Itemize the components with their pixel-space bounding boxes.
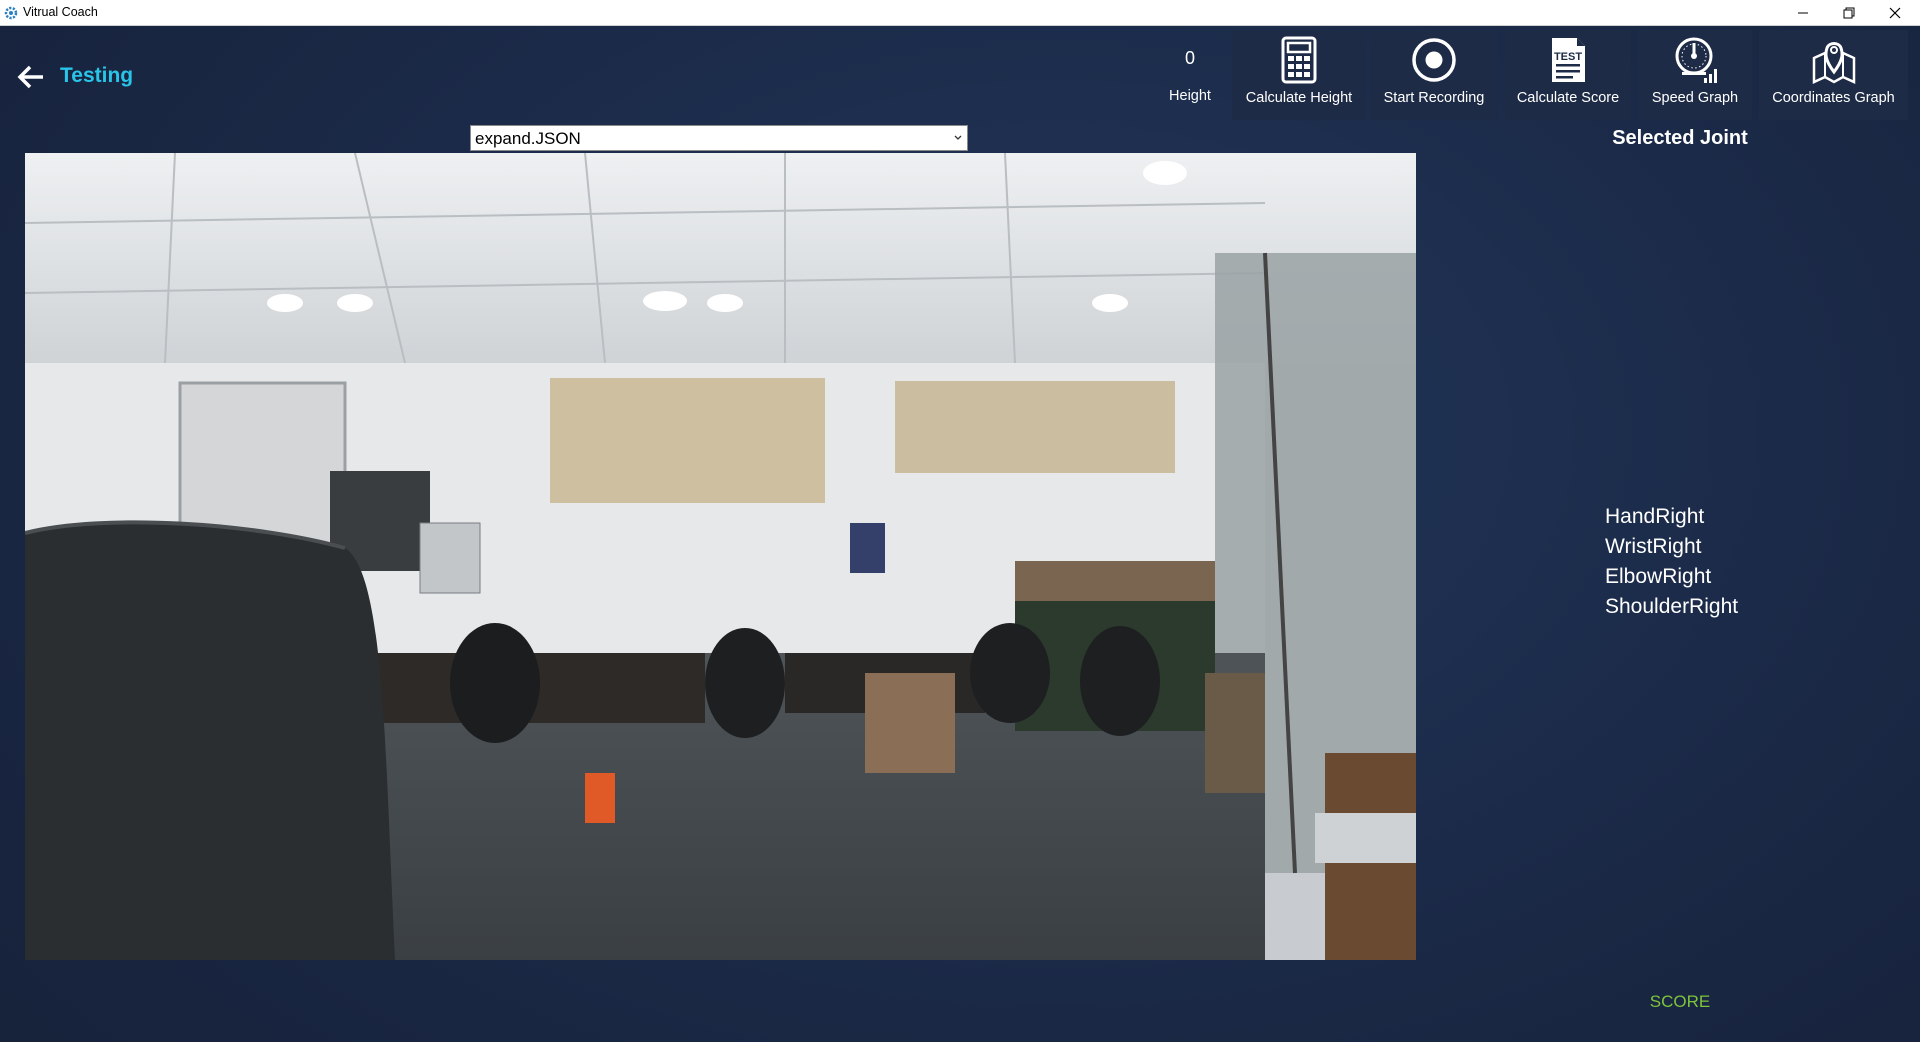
restore-icon — [1843, 7, 1855, 18]
test-icon-text: TEST — [1553, 51, 1583, 63]
calculate-score-label: Calculate Score — [1516, 90, 1620, 106]
window-title: Vitrual Coach — [23, 5, 98, 19]
window-titlebar: Vitrual Coach — [0, 0, 1920, 26]
back-arrow-icon[interactable] — [16, 62, 46, 92]
joint-item[interactable]: HandRight — [1605, 502, 1738, 532]
close-icon — [1889, 7, 1901, 18]
calculate-score-button[interactable]: TEST Calculate Score — [1505, 30, 1631, 120]
restore-button[interactable] — [1826, 0, 1872, 25]
selected-joint-title: Selected Joint — [1612, 127, 1748, 149]
close-button[interactable] — [1872, 0, 1918, 25]
joint-item[interactable]: WristRight — [1605, 532, 1738, 562]
start-recording-label: Start Recording — [1383, 90, 1485, 106]
joint-item[interactable]: ElbowRight — [1605, 562, 1738, 592]
file-select-value: expand.JSON — [475, 129, 581, 148]
height-label: Height — [1169, 88, 1211, 104]
minimize-icon — [1798, 12, 1808, 13]
calculate-height-button[interactable]: Calculate Height — [1232, 30, 1366, 120]
record-icon — [1412, 38, 1456, 82]
camera-feed — [25, 153, 1416, 960]
coordinates-graph-label: Coordinates Graph — [1772, 90, 1895, 106]
coordinates-graph-button[interactable]: Coordinates Graph — [1759, 30, 1908, 120]
calculator-icon — [1281, 36, 1317, 84]
main-area: Testing 0 Height Calculate Height Start … — [0, 26, 1920, 1042]
calculate-height-label: Calculate Height — [1245, 90, 1353, 106]
map-pin-icon — [1812, 42, 1855, 84]
joint-list: HandRight WristRight ElbowRight Shoulder… — [1605, 502, 1738, 622]
app-gear-icon — [4, 6, 18, 20]
score-label: SCORE — [1649, 992, 1711, 1011]
speed-graph-label: Speed Graph — [1651, 90, 1739, 106]
file-select-dropdown[interactable]: expand.JSON — [470, 125, 968, 151]
height-value: 0 — [1184, 48, 1195, 68]
page-title: Testing — [60, 64, 134, 87]
chevron-down-icon — [954, 135, 962, 140]
joint-item[interactable]: ShoulderRight — [1605, 592, 1738, 622]
camera-scene-image — [25, 153, 1416, 960]
start-recording-button[interactable]: Start Recording — [1370, 30, 1498, 120]
speedometer-icon — [1675, 37, 1717, 83]
minimize-button[interactable] — [1780, 0, 1826, 25]
speed-graph-button[interactable]: Speed Graph — [1638, 30, 1752, 120]
